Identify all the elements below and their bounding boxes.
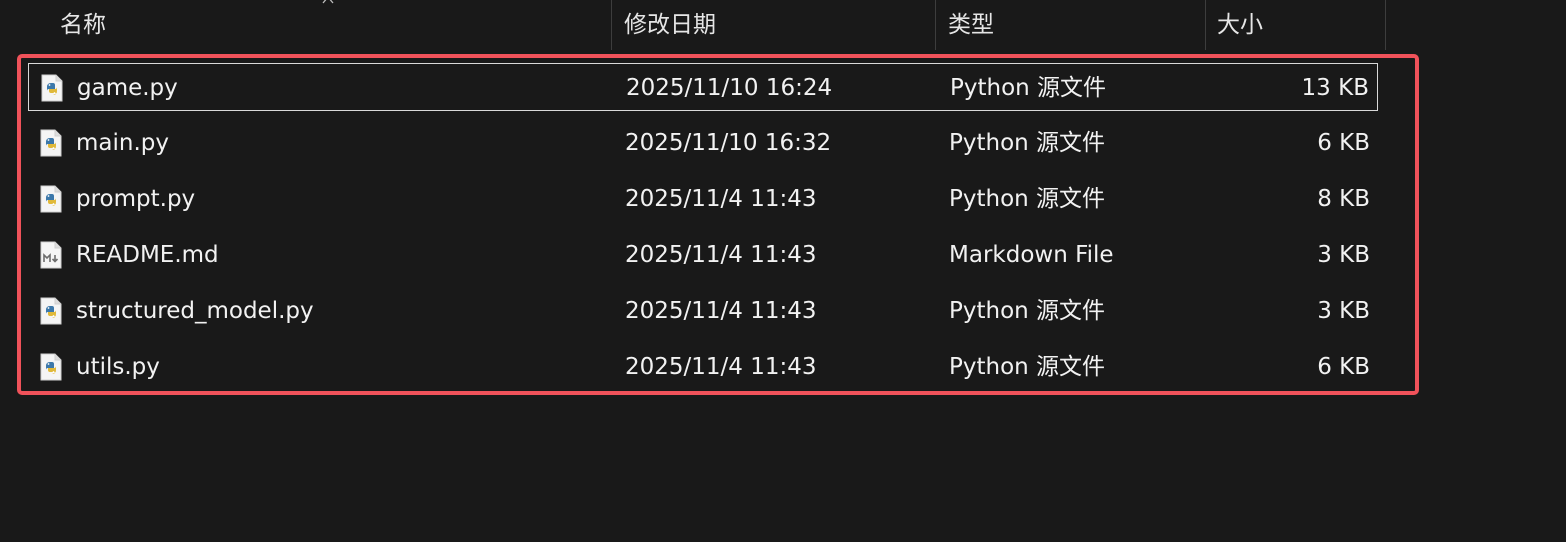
file-name: main.py [76,130,169,156]
python-file-icon [40,185,62,213]
file-row[interactable]: utils.py 2025/11/4 11:43 Python 源文件 6 KB [28,343,1378,391]
file-modified-date: 2025/11/4 11:43 [625,242,817,268]
python-file-icon [40,297,62,325]
column-header-name[interactable]: 名称 [60,0,106,50]
column-header-size[interactable]: 大小 [1217,0,1263,50]
file-size: 8 KB [1317,186,1370,212]
file-type: Python 源文件 [949,130,1106,156]
column-divider[interactable] [1385,0,1386,50]
column-divider[interactable] [935,0,936,50]
file-row[interactable]: prompt.py 2025/11/4 11:43 Python 源文件 8 K… [28,175,1378,223]
file-name: prompt.py [76,186,196,212]
column-divider[interactable] [1205,0,1206,50]
file-size: 6 KB [1317,130,1370,156]
file-type: Python 源文件 [949,354,1106,380]
file-modified-date: 2025/11/4 11:43 [625,354,817,380]
file-size: 6 KB [1317,354,1370,380]
file-type: Python 源文件 [949,298,1106,324]
file-type: Markdown File [949,242,1114,268]
file-modified-date: 2025/11/4 11:43 [625,298,817,324]
file-name: README.md [76,242,219,268]
file-row[interactable]: game.py 2025/11/10 16:24 Python 源文件 13 K… [28,63,1378,111]
file-type: Python 源文件 [950,75,1107,101]
markdown-file-icon [40,241,62,269]
python-file-icon [40,353,62,381]
column-header-date[interactable]: 修改日期 [624,0,716,50]
file-modified-date: 2025/11/4 11:43 [625,186,817,212]
column-header: 名称 修改日期 类型 大小 [0,0,1566,50]
file-row[interactable]: README.md 2025/11/4 11:43 Markdown File … [28,231,1378,279]
file-modified-date: 2025/11/10 16:32 [625,130,832,156]
file-row[interactable]: structured_model.py 2025/11/4 11:43 Pyth… [28,287,1378,335]
file-name: structured_model.py [76,298,314,324]
python-file-icon [41,74,63,102]
file-modified-date: 2025/11/10 16:24 [626,75,833,101]
python-file-icon [40,129,62,157]
file-name: game.py [77,75,178,101]
file-row[interactable]: main.py 2025/11/10 16:32 Python 源文件 6 KB [28,119,1378,167]
file-name: utils.py [76,354,160,380]
column-divider[interactable] [611,0,612,50]
file-size: 3 KB [1317,242,1370,268]
file-size: 3 KB [1317,298,1370,324]
file-type: Python 源文件 [949,186,1106,212]
column-header-type[interactable]: 类型 [948,0,994,50]
caret-up-icon [322,0,334,6]
file-size: 13 KB [1301,75,1369,101]
